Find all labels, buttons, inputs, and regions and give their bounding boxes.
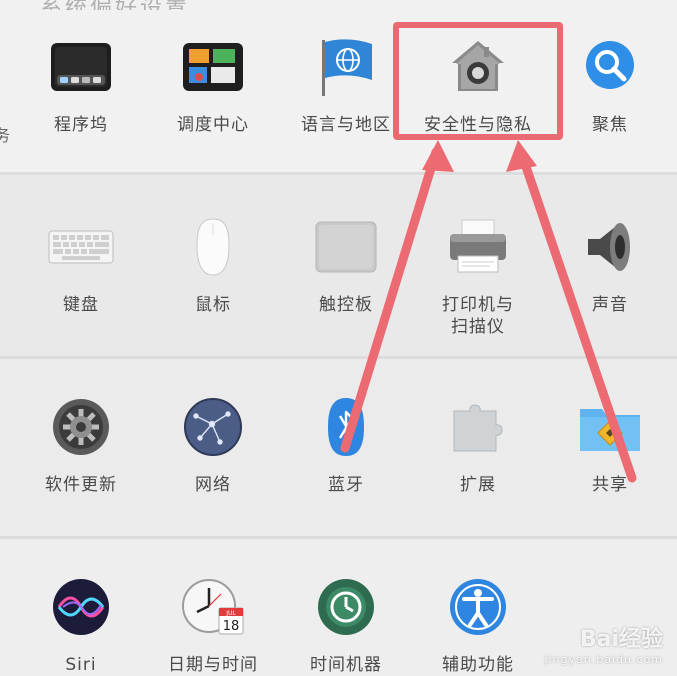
- annotation-arrow-left: [340, 147, 441, 453]
- watermark-text: Bai经验: [579, 627, 663, 652]
- annotation-arrows: [340, 140, 637, 483]
- annotation-arrow-right: [516, 147, 637, 483]
- watermark: Bai经验 jingyan.baidu.com: [544, 621, 663, 666]
- watermark-subtext: jingyan.baidu.com: [544, 653, 663, 666]
- arrowhead-left: [422, 140, 454, 172]
- arrowhead-right: [506, 140, 537, 172]
